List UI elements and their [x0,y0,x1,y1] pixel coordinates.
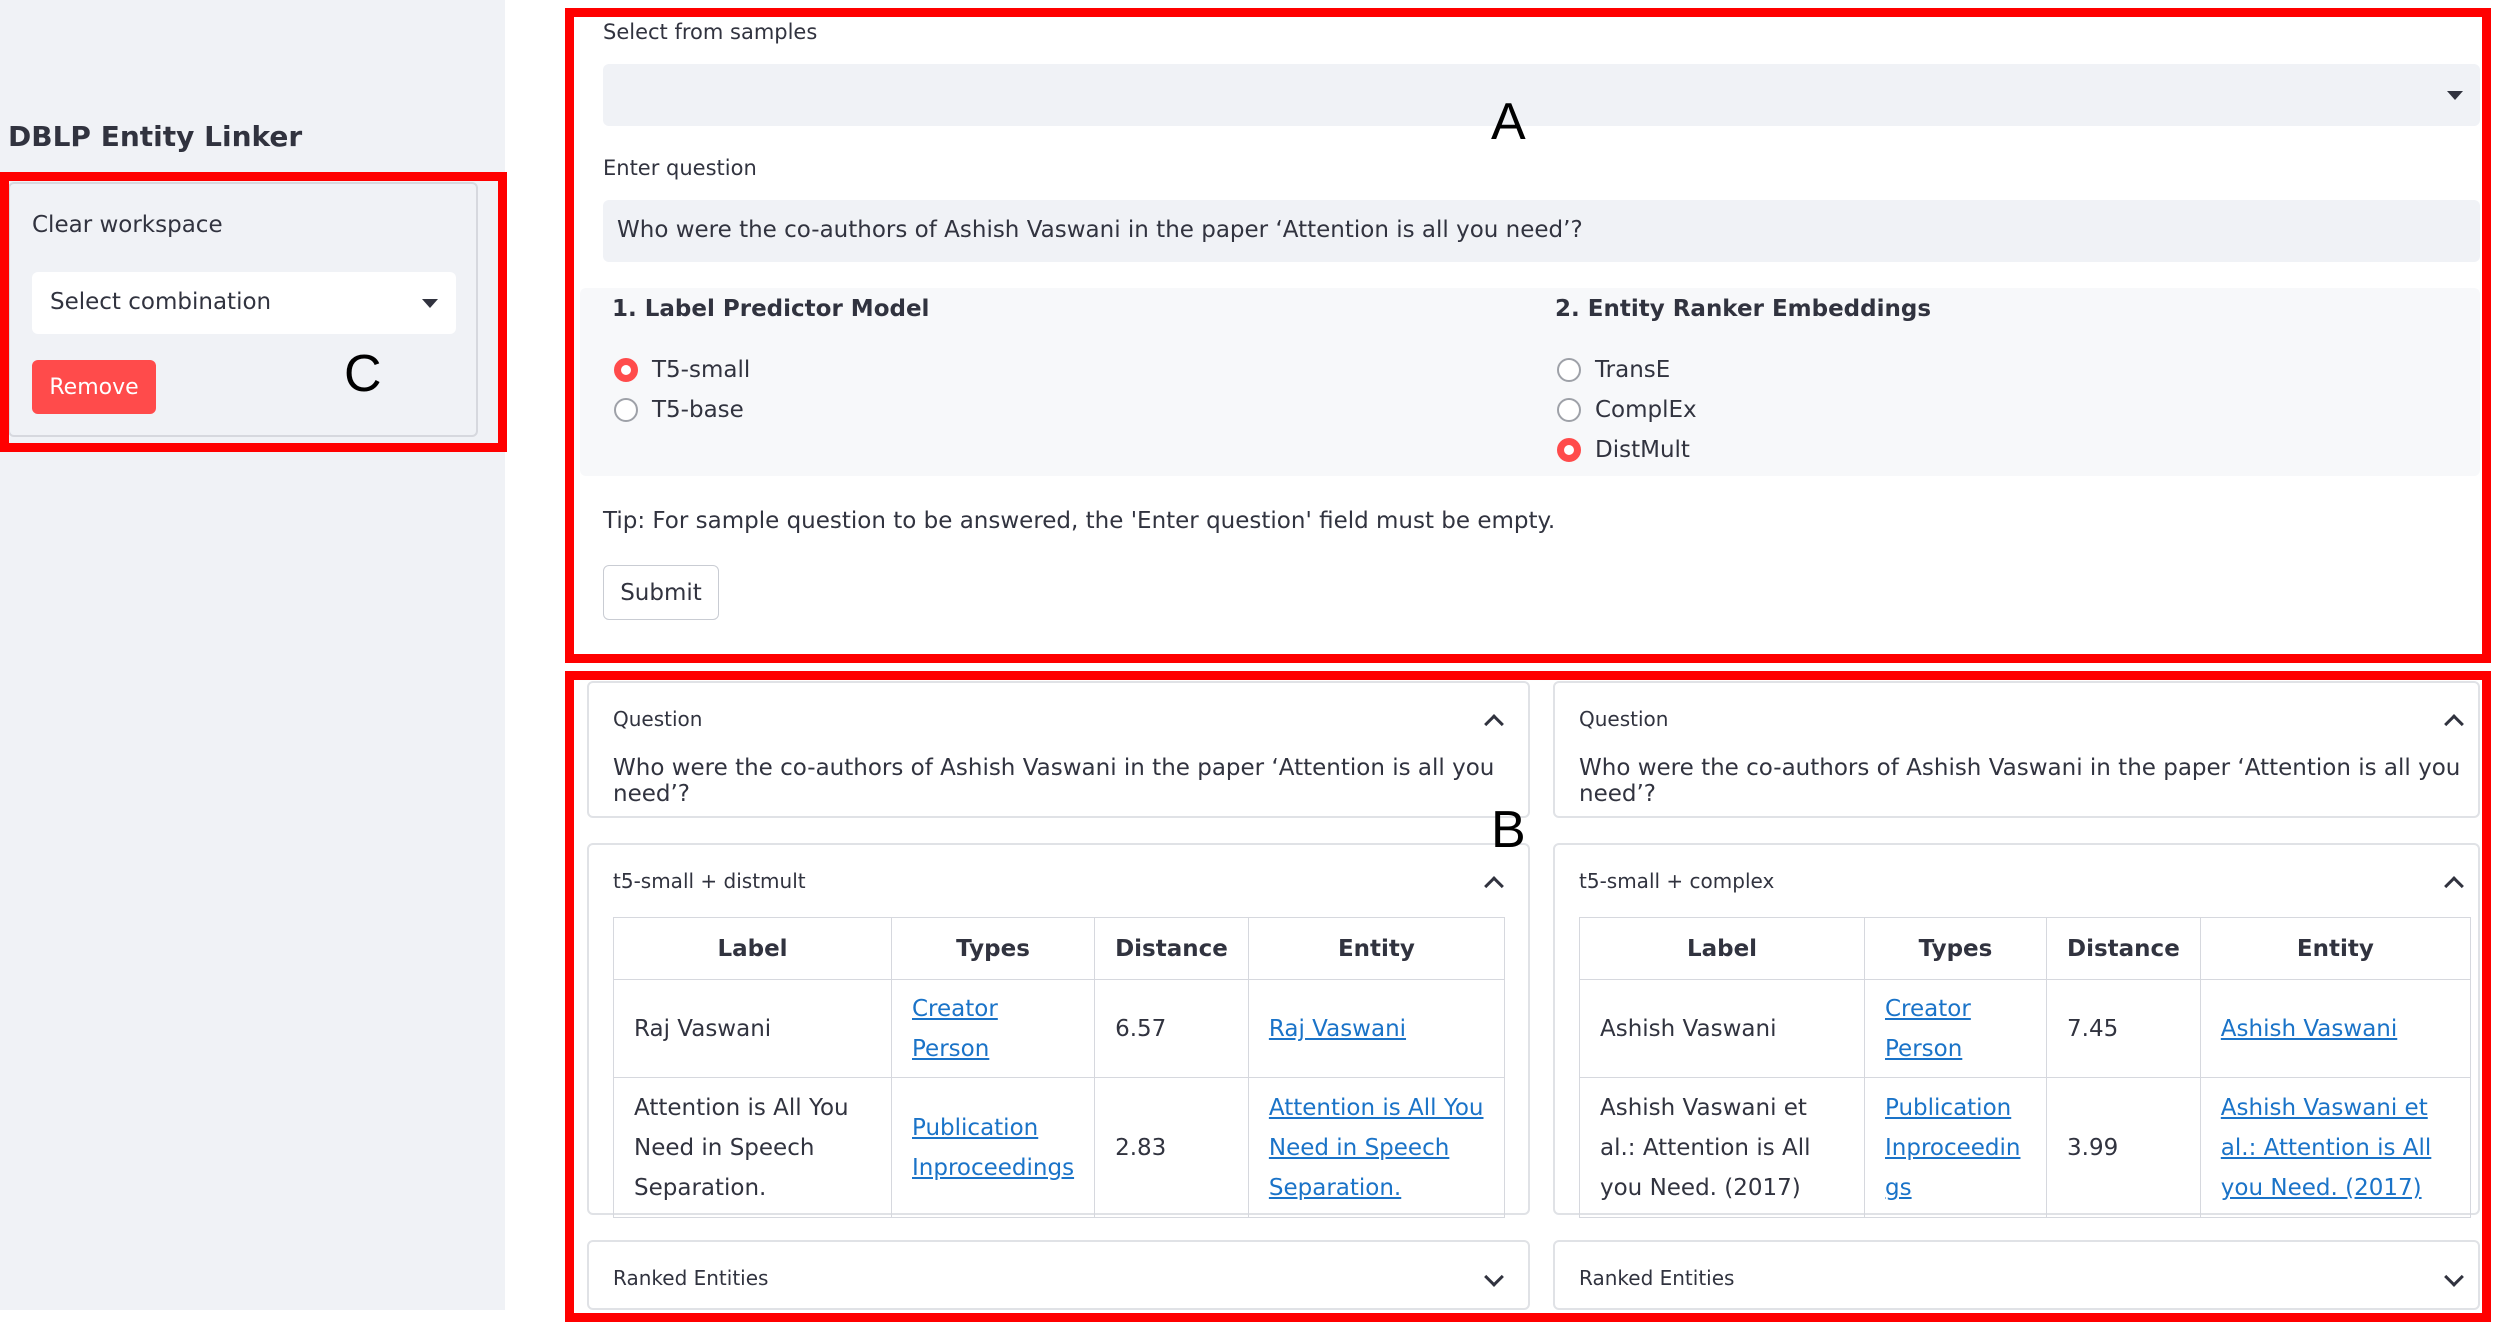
highlight-box-a [565,8,2491,663]
highlight-box-b [565,671,2491,1322]
callout-a: A [1491,93,1526,151]
app-title: DBLP Entity Linker [8,120,303,153]
callout-c: C [344,345,382,403]
callout-b: B [1491,801,1526,859]
highlight-box-c [0,172,507,452]
